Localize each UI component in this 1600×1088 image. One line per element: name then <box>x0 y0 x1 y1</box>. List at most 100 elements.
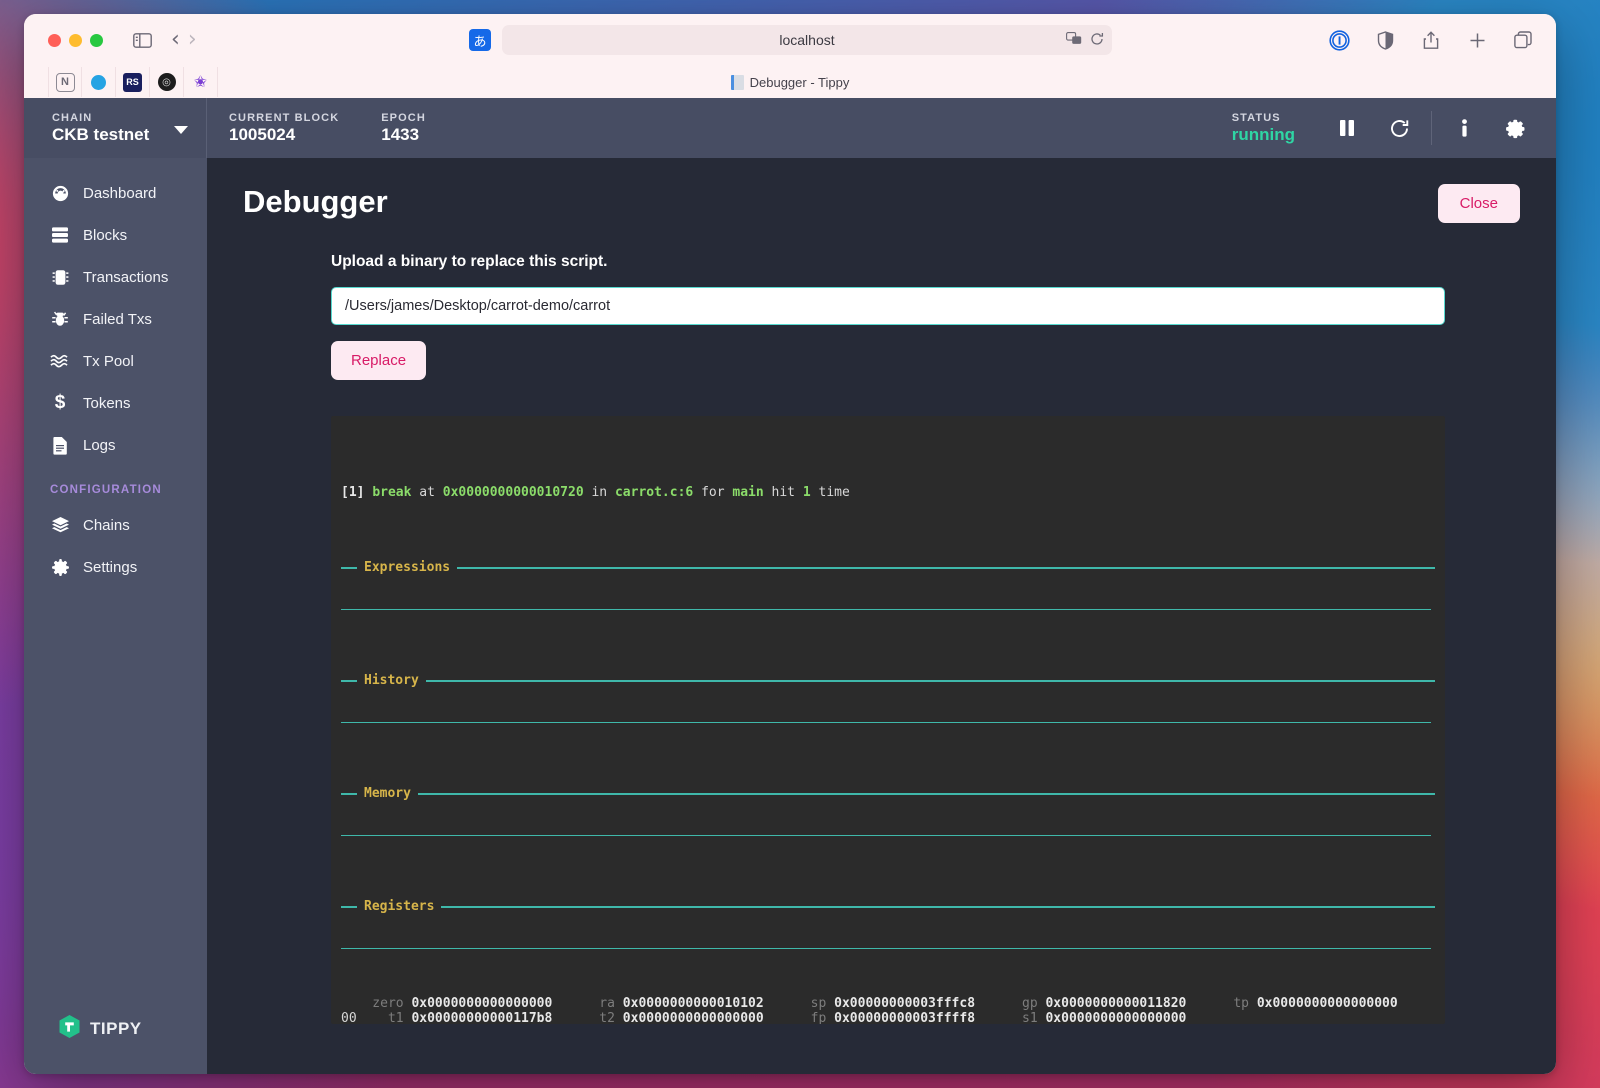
waves-icon <box>50 353 70 369</box>
shield-privacy-icon[interactable] <box>1370 26 1400 54</box>
main-content: Debugger Close Upload a binary to replac… <box>207 158 1556 1074</box>
address-bar[interactable]: localhost <box>502 25 1112 55</box>
sidebar-item-logs[interactable]: Logs <box>24 424 207 466</box>
tab-title-text: Debugger - Tippy <box>749 74 850 90</box>
section-rule <box>341 608 1431 611</box>
address-bar-actions <box>1066 32 1104 49</box>
break-at: at <box>411 485 443 501</box>
restart-button[interactable] <box>1373 98 1425 158</box>
maximize-window-button[interactable] <box>90 33 103 47</box>
navigation-arrows: ‹ › <box>171 29 197 51</box>
registers-block: zero 0x0000000000000000 ra 0x00000000000… <box>341 997 1435 1024</box>
sidebar-item-tx-pool[interactable]: Tx Pool <box>24 340 207 382</box>
sidebar-item-label: Tokens <box>83 394 131 412</box>
sidebar-section-configuration: CONFIGURATION <box>50 484 162 496</box>
register-value: 0x00000000003fffc8 <box>834 997 999 1011</box>
register-name: s1 <box>998 1010 1046 1024</box>
sidebar-item-label: Blocks <box>83 226 128 244</box>
debugger-terminal[interactable]: [1] break at 0x0000000000010720 in carro… <box>331 416 1445 1024</box>
binary-path-input[interactable] <box>331 287 1445 325</box>
break-function: main <box>732 485 764 501</box>
gear-icon <box>50 558 70 577</box>
register-overflow: 00 <box>341 1010 365 1024</box>
sidebar-item-label: Settings <box>83 558 138 576</box>
share-icon[interactable] <box>1416 26 1446 54</box>
url-text: localhost <box>779 32 835 48</box>
register-name: ra <box>575 997 623 1011</box>
browser-window: ‹ › あ localhost N RS ◎ ✬ Debugger - Tipp… <box>24 14 1556 1074</box>
tab-favicon-icon <box>730 74 744 90</box>
sidebar-item-tokens[interactable]: $ Tokens <box>24 382 207 424</box>
current-block-value: 1005024 <box>229 124 296 144</box>
status-indicator: STATUS running <box>1232 112 1295 145</box>
break-address: 0x0000000000010720 <box>442 485 584 501</box>
upload-section: Upload a binary to replace this script. … <box>207 223 1556 380</box>
status-value: running <box>1231 124 1295 144</box>
tab-overview-icon[interactable] <box>1508 26 1538 54</box>
sidebar-item-label: Failed Txs <box>83 310 152 328</box>
sidebar-item-label: Dashboard <box>83 184 157 202</box>
register-row: zero 0x0000000000000000 ra 0x00000000000… <box>341 997 1435 1012</box>
break-for: for <box>693 485 733 501</box>
section-registers: Registers <box>341 899 1435 915</box>
status-label: STATUS <box>1231 111 1281 124</box>
break-file: carrot.c:6 <box>614 485 694 501</box>
break-in: in <box>583 485 615 501</box>
replace-button[interactable]: Replace <box>331 341 427 380</box>
register-value: 0x0000000000011820 <box>1045 997 1210 1011</box>
settings-button[interactable] <box>1490 98 1542 158</box>
translate-icon[interactable] <box>1066 32 1082 48</box>
toolbar-right-actions <box>1324 26 1538 54</box>
register-row: 00 t1 0x00000000000117b8 t2 0x0000000000… <box>341 1010 1435 1024</box>
section-dash-left <box>341 906 357 908</box>
favorites-bar: N RS ◎ ✬ Debugger - Tippy <box>24 66 1556 98</box>
register-value: 0x0000000000000000 <box>411 997 576 1011</box>
section-dash-left <box>341 793 357 795</box>
minimize-window-button[interactable] <box>69 33 82 47</box>
onepassword-icon[interactable] <box>1324 26 1354 54</box>
app-body: Dashboard Blocks Transactions Failed Txs… <box>24 158 1556 1074</box>
sidebar-item-dashboard[interactable]: Dashboard <box>24 172 207 214</box>
register-name: t2 <box>575 1010 623 1024</box>
section-dash-left <box>341 567 357 569</box>
reload-icon[interactable] <box>1090 32 1104 49</box>
register-value: 0x0000000000010102 <box>622 997 788 1011</box>
sidebar-item-transactions[interactable]: Transactions <box>24 256 207 298</box>
forward-button[interactable]: › <box>188 29 197 51</box>
sidebar-item-label: Transactions <box>83 268 169 286</box>
upload-label: Upload a binary to replace this script. <box>331 253 608 270</box>
chevron-down-icon <box>174 126 188 134</box>
window-traffic-lights <box>48 33 103 47</box>
register-name: gp <box>998 997 1046 1011</box>
new-tab-icon[interactable] <box>1462 26 1492 54</box>
register-name: t0 <box>1421 997 1435 1011</box>
sidebar-item-chains[interactable]: Chains <box>24 504 207 546</box>
chip-icon <box>50 268 70 287</box>
break-hit: hit <box>763 485 803 501</box>
register-value: 0x0000000000000000 <box>1045 1010 1210 1024</box>
bug-icon <box>50 310 70 328</box>
chain-selector[interactable]: CHAIN CKB testnet <box>24 98 207 158</box>
sidebar-item-failed-txs[interactable]: Failed Txs <box>24 298 207 340</box>
app-header-bar: CHAIN CKB testnet CURRENT BLOCK 1005024 … <box>24 98 1556 158</box>
info-button[interactable] <box>1438 98 1490 158</box>
section-label: Memory <box>364 785 411 801</box>
section-history: History <box>341 673 1435 688</box>
register-name: sp <box>787 997 835 1011</box>
breakpoint-line: [1] break at 0x0000000000010720 in carro… <box>341 486 1435 501</box>
section-rule <box>341 947 1431 950</box>
close-button[interactable]: Close <box>1437 184 1520 223</box>
active-tab[interactable]: Debugger - Tippy <box>24 74 1556 90</box>
register-value: 0x0000000000000000 <box>622 1010 788 1024</box>
sidebar-item-blocks[interactable]: Blocks <box>24 214 207 256</box>
sidebar-toggle-icon[interactable] <box>127 26 157 54</box>
current-block-label: CURRENT BLOCK <box>229 111 340 124</box>
epoch-label: EPOCH <box>381 111 426 124</box>
section-rule <box>341 721 1431 724</box>
current-block-stat: CURRENT BLOCK 1005024 <box>207 112 339 145</box>
pause-button[interactable] <box>1321 98 1373 158</box>
section-expressions: Expressions <box>341 560 1435 575</box>
back-button[interactable]: ‹ <box>171 29 180 51</box>
close-window-button[interactable] <box>48 33 61 47</box>
sidebar-item-settings[interactable]: Settings <box>24 546 207 588</box>
